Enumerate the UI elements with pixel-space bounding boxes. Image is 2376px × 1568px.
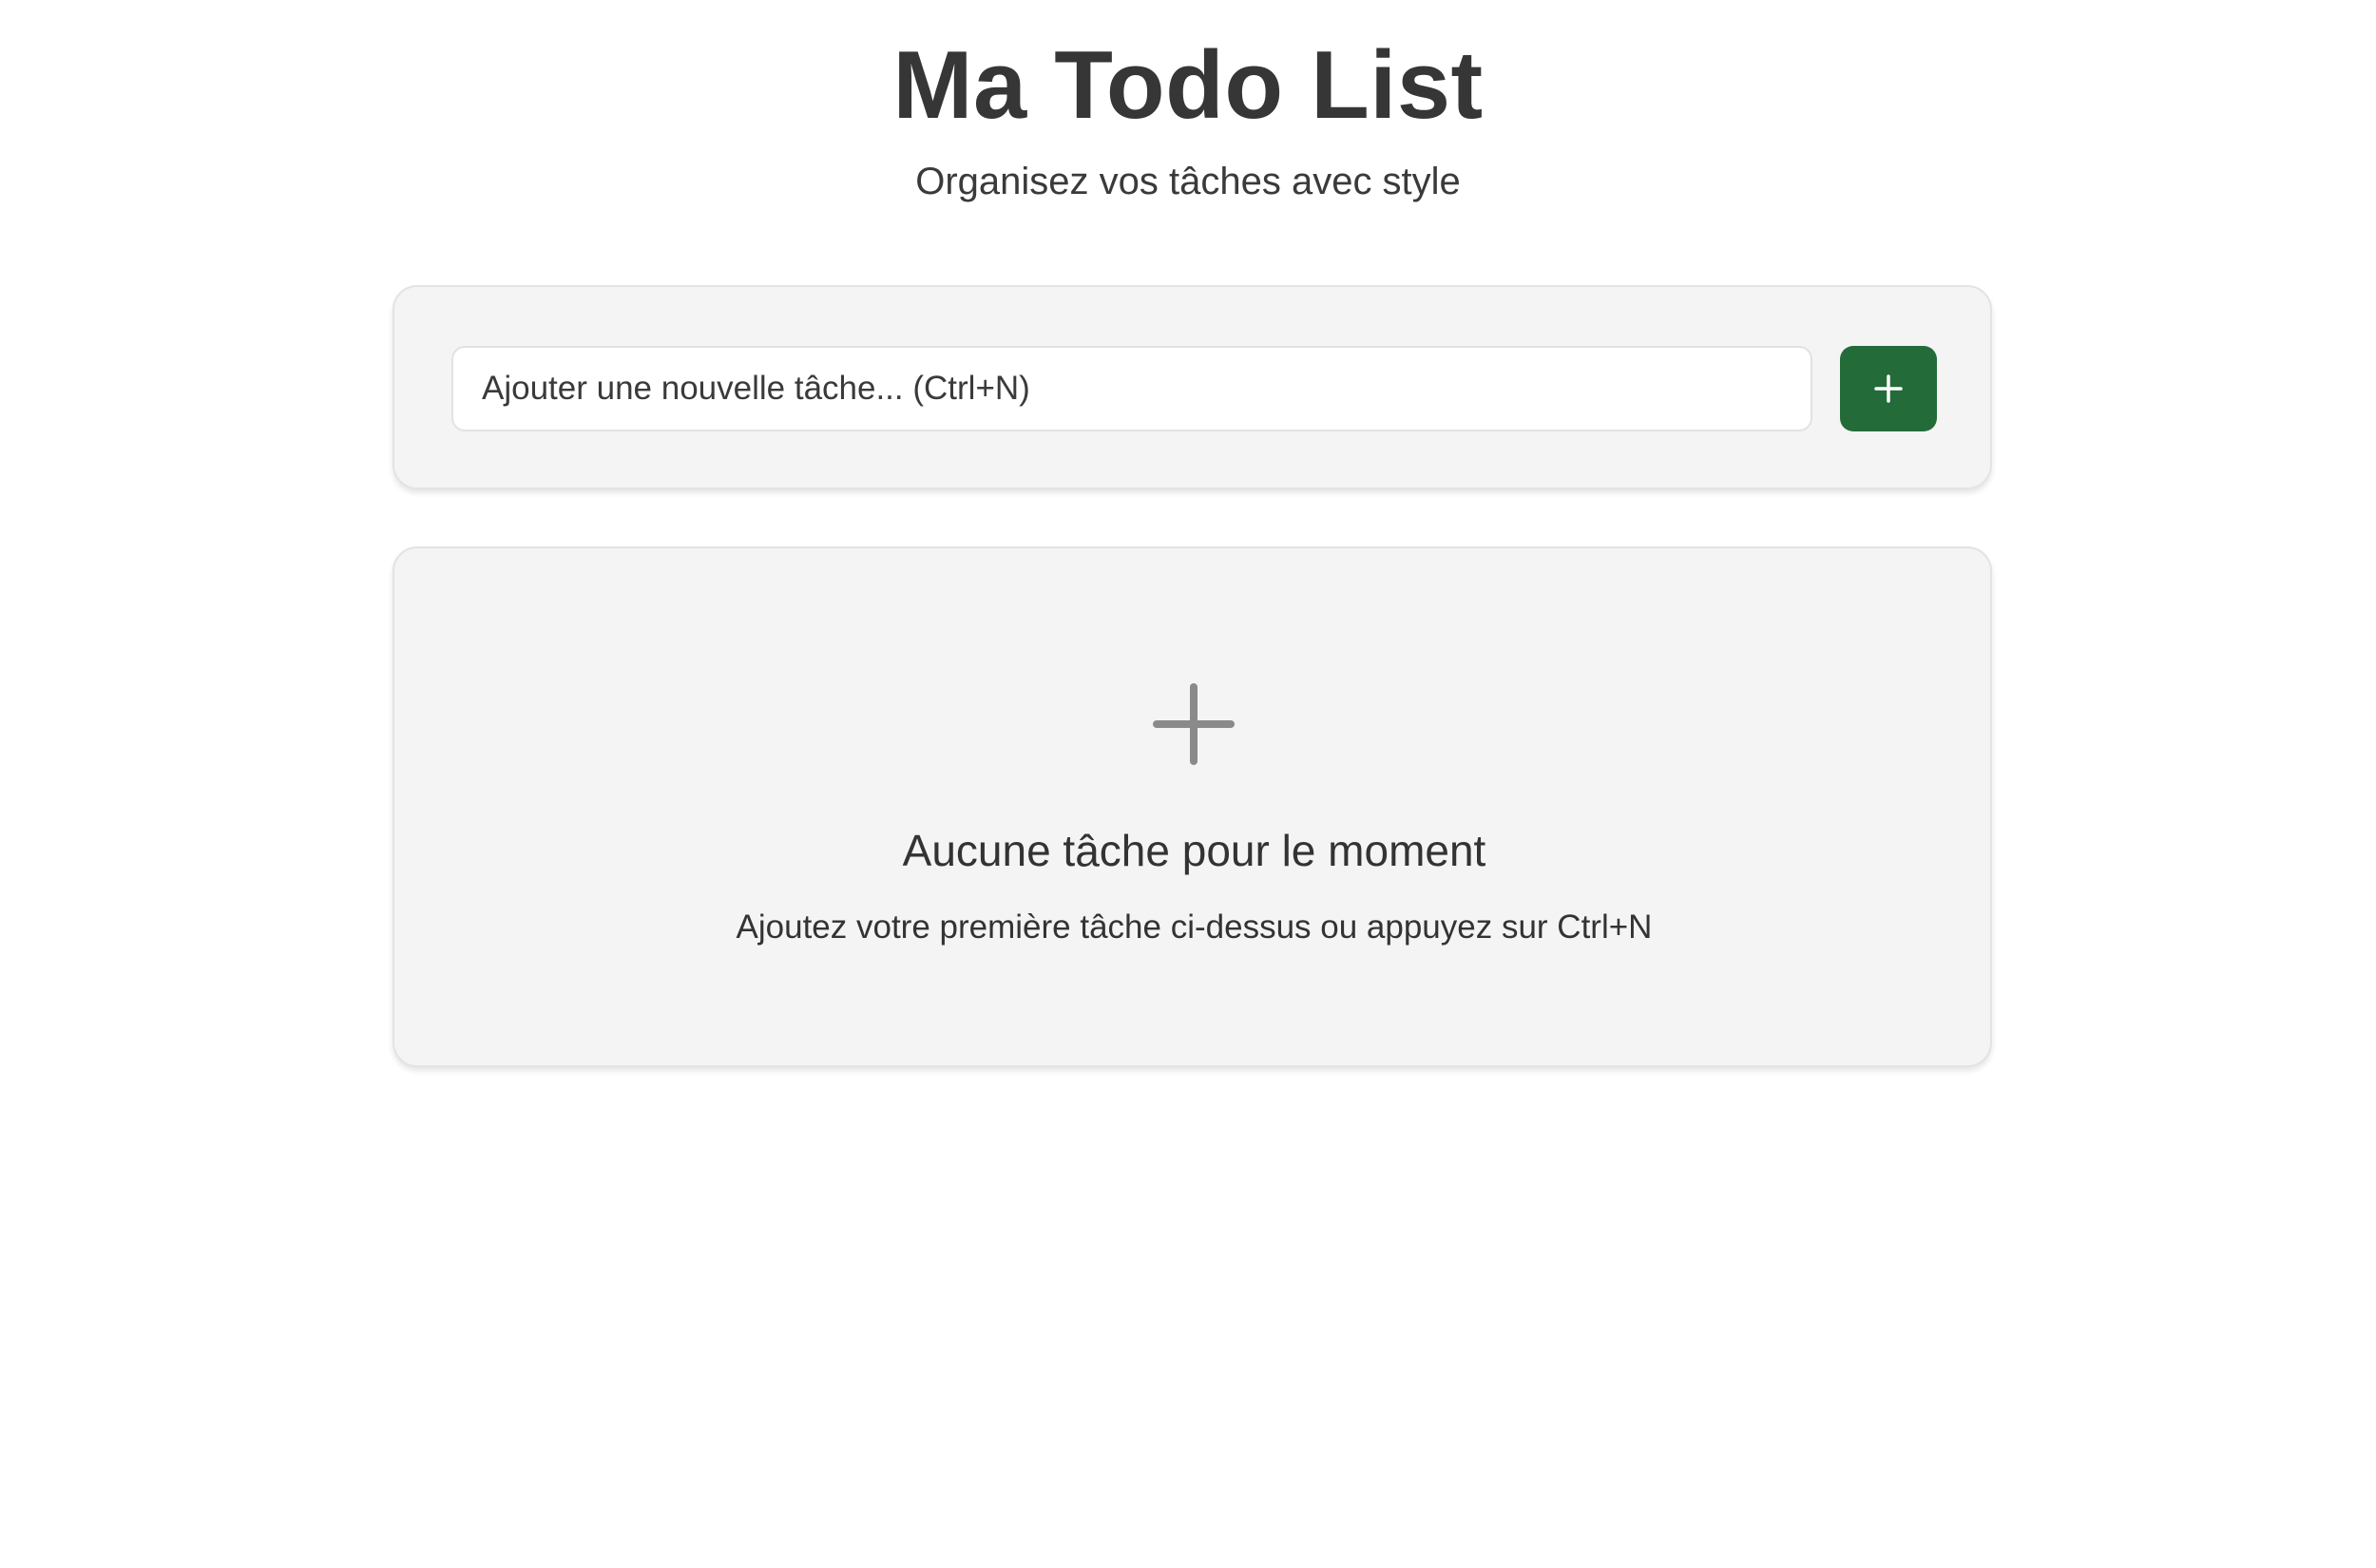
page-subtitle: Organisez vos tâches avec style [915,161,1461,202]
plus-icon [1874,374,1903,403]
empty-state-title: Aucune tâche pour le moment [902,826,1486,875]
task-list-empty-state: Aucune tâche pour le moment Ajoutez votr… [393,546,1992,1067]
add-task-button[interactable] [1840,346,1937,431]
new-task-input[interactable] [451,346,1812,431]
todo-app: Ma Todo List Organisez vos tâches avec s… [0,0,2376,1568]
plus-icon [1153,683,1235,765]
add-task-card [393,285,1992,489]
empty-state-hint: Ajoutez votre première tâche ci-dessus o… [736,908,1653,946]
page-title: Ma Todo List [892,32,1484,139]
